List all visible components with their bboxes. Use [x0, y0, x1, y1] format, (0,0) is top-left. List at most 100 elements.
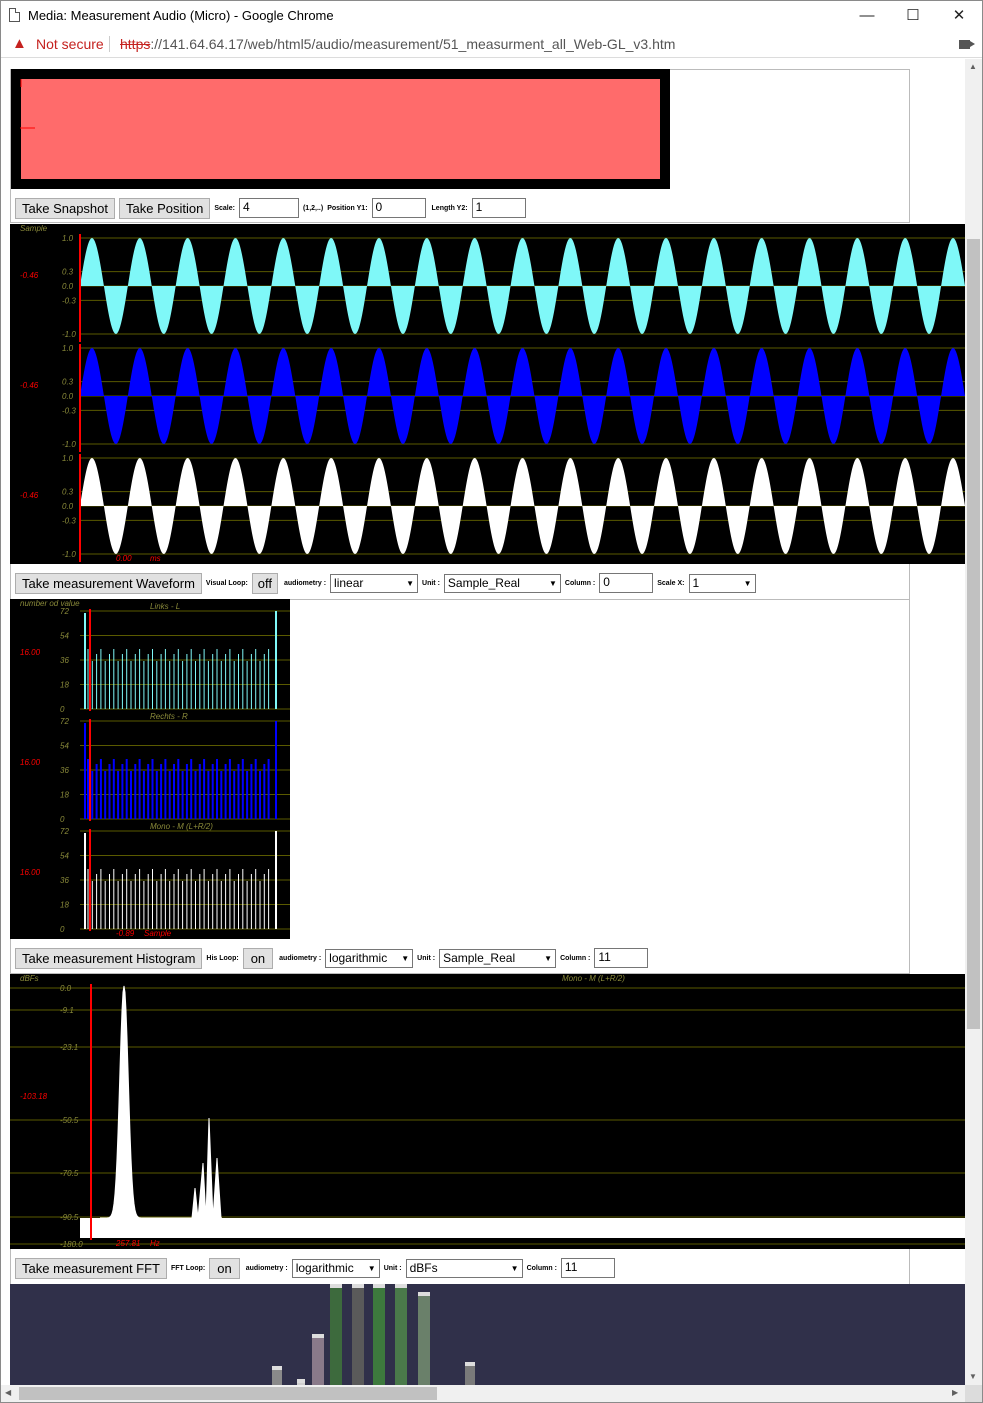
waveform-y-tick: 0.0: [62, 282, 74, 291]
waveform-cursor-value: -0.46: [20, 271, 39, 280]
visual-loop-toggle[interactable]: off: [251, 572, 279, 594]
position-y1-input[interactable]: 0: [371, 198, 426, 218]
fft-controls: Take measurement FFT FFT Loop: on audiom…: [15, 1257, 615, 1279]
url-text[interactable]: https://141.64.64.17/web/html5/audio/mea…: [120, 36, 675, 52]
fft-x-readout: 257.81: [115, 1239, 140, 1248]
waveform-audiometry-select[interactable]: linear ▼: [330, 573, 419, 593]
camera-icon[interactable]: [959, 40, 975, 49]
histogram-y-tick: 72: [60, 607, 69, 616]
histogram-unit-select[interactable]: Sample_Real ▼: [439, 948, 557, 968]
horizontal-scroll-thumb[interactable]: [19, 1387, 437, 1400]
histogram-y-tick: 36: [60, 766, 69, 775]
histogram-y-tick: 72: [60, 827, 69, 836]
histogram-y-tick: 0: [60, 705, 65, 714]
chevron-down-icon: ▼: [544, 953, 553, 963]
histogram-controls: Take measurement Histogram His Loop: on …: [15, 947, 649, 969]
webgl-bar: [352, 1284, 364, 1385]
histogram-y-tick: 36: [60, 656, 69, 665]
webgl-bar: [418, 1292, 430, 1385]
take-position-button[interactable]: Take Position: [119, 197, 211, 219]
his-loop-toggle[interactable]: on: [242, 947, 274, 969]
security-label[interactable]: Not secure: [36, 36, 104, 52]
fft-cursor-value: -103.18: [20, 1092, 48, 1101]
histogram-y-tick: 0: [60, 925, 65, 934]
waveform-y-tick: -1.0: [62, 330, 76, 339]
vertical-scrollbar[interactable]: ▲ ▼: [965, 59, 982, 1385]
url-rest: ://141.64.64.17/web/html5/audio/measurem…: [150, 36, 676, 52]
histogram-unit-label: Unit :: [417, 954, 436, 962]
histogram-y-tick: 54: [60, 852, 69, 861]
histogram-y-tick: 18: [60, 681, 69, 690]
histogram-x-readout: -0.89: [116, 929, 135, 938]
fft-floor: [80, 1218, 965, 1238]
waveform-y-tick: -1.0: [62, 550, 76, 559]
fft-loop-toggle[interactable]: on: [209, 1257, 240, 1279]
scale-input[interactable]: 4: [238, 198, 299, 218]
histogram-y-tick: 72: [60, 717, 69, 726]
browser-window: Media: Measurement Audio (Micro) - Googl…: [0, 0, 983, 1403]
divider: [109, 36, 110, 52]
horizontal-scrollbar[interactable]: ◀ ▶: [1, 1385, 965, 1402]
snapshot-controls: Take Snapshot Take Position Scale: 4 (1,…: [15, 197, 526, 219]
take-histogram-button[interactable]: Take measurement Histogram: [15, 947, 203, 969]
webgl-bar-cap: [395, 1284, 407, 1288]
fft-unit-select[interactable]: dBFs ▼: [405, 1258, 523, 1278]
fft-audiometry-select[interactable]: logarithmic ▼: [291, 1258, 380, 1278]
waveform-column-input[interactable]: 0: [599, 573, 654, 593]
fft-channel-label: Mono - M (L+R/2): [562, 974, 625, 983]
his-loop-label: His Loop:: [206, 954, 239, 962]
vertical-scroll-thumb[interactable]: [967, 239, 980, 1029]
scroll-up-icon[interactable]: ▲: [969, 62, 977, 71]
waveform-y-tick: 1.0: [62, 454, 74, 463]
scale-x-select[interactable]: 1 ▼: [688, 573, 756, 593]
length-y2-input[interactable]: 1: [471, 198, 526, 218]
scroll-right-icon[interactable]: ▶: [952, 1388, 958, 1397]
fft-canvas: 0.0 -9.1 -23.1 -50.5 -70.5 -90.5 -180.0 dBFs M…: [10, 974, 965, 1249]
histogram-y-tick: 54: [60, 742, 69, 751]
page-icon: [9, 8, 20, 22]
maximize-button[interactable]: ☐: [890, 1, 936, 31]
histogram-column-label: Column :: [560, 954, 591, 962]
chevron-down-icon: ▼: [406, 578, 415, 588]
fft-loop-label: FFT Loop:: [171, 1264, 206, 1272]
histogram-column-input[interactable]: 11: [594, 948, 649, 968]
take-fft-button[interactable]: Take measurement FFT: [15, 1257, 167, 1279]
scale-label: Scale:: [214, 204, 235, 212]
waveform-unit-select[interactable]: Sample_Real ▼: [443, 573, 561, 593]
waveform-y-tick: -0.3: [62, 406, 76, 415]
waveform-y-tick: -1.0: [62, 440, 76, 449]
address-bar[interactable]: ▲ Not secure https://141.64.64.17/web/ht…: [1, 31, 982, 58]
close-button[interactable]: ✕: [936, 1, 982, 31]
fft-y-tick: -23.1: [60, 1043, 78, 1052]
window-title: Media: Measurement Audio (Micro) - Googl…: [28, 8, 334, 23]
histogram-y-tick: 54: [60, 632, 69, 641]
minimize-button[interactable]: —: [844, 1, 890, 31]
fft-y-tick: -70.5: [60, 1169, 79, 1178]
fft-y-tick: -90.5: [60, 1213, 79, 1222]
waveform-cursor-value: -0.46: [20, 491, 39, 500]
take-waveform-button[interactable]: Take measurement Waveform: [15, 572, 202, 594]
warning-icon[interactable]: ▲: [12, 35, 27, 52]
histogram-y-title: number od value: [20, 599, 80, 608]
webgl-bar-cap: [352, 1284, 364, 1288]
waveform-y-title: Sample: [20, 224, 48, 233]
fft-column-input[interactable]: 11: [560, 1258, 615, 1278]
webgl-bar: [395, 1284, 407, 1385]
webgl-bar-cap: [297, 1379, 305, 1383]
waveform-y-tick: 0.0: [62, 392, 74, 401]
histogram-y-tick: 0: [60, 815, 65, 824]
webgl-3d-view[interactable]: [10, 1284, 965, 1385]
fft-y-tick: 0.0: [60, 984, 72, 993]
histogram-channel-label: Links - L: [150, 602, 180, 611]
waveform-x-unit: ms: [150, 554, 161, 563]
histogram-audiometry-select[interactable]: logarithmic ▼: [325, 948, 414, 968]
snapshot-canvas: [11, 69, 670, 189]
scroll-down-icon[interactable]: ▼: [969, 1372, 977, 1381]
histogram-cursor-value: 16.00: [20, 868, 41, 877]
fft-unit-value: dBFs: [409, 1261, 438, 1275]
webgl-background: [10, 1284, 965, 1385]
histogram-cursor-value: 16.00: [20, 648, 41, 657]
take-snapshot-button[interactable]: Take Snapshot: [15, 197, 116, 219]
webgl-bar: [312, 1334, 324, 1385]
scroll-left-icon[interactable]: ◀: [5, 1388, 11, 1397]
